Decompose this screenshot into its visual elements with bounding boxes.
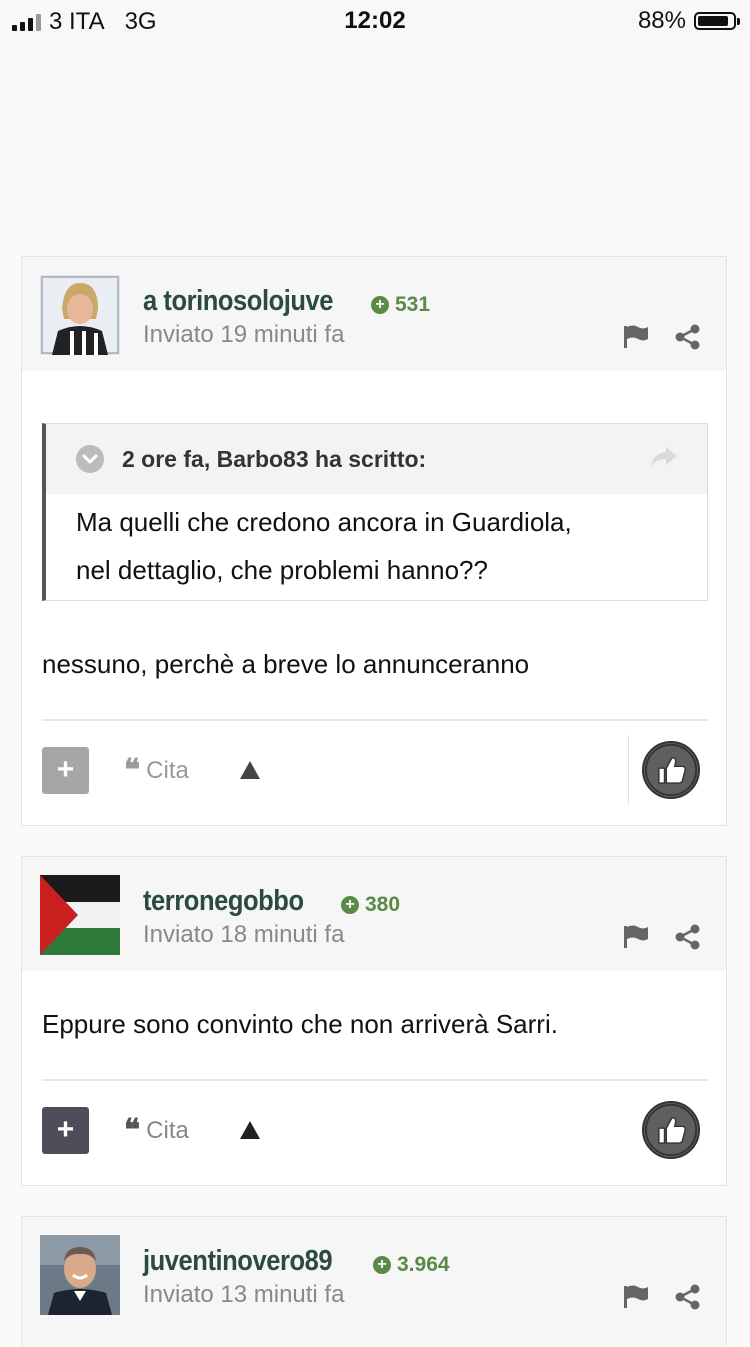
chevron-down-icon[interactable] — [76, 445, 104, 473]
quote-icon: ❝ — [124, 753, 141, 788]
post-card: terronegobbo + 380 Inviato 18 minuti fa … — [21, 856, 727, 1186]
reply-arrow-icon[interactable] — [649, 444, 679, 470]
username[interactable]: terronegobbo — [143, 885, 304, 918]
plus-circle-icon: + — [373, 1256, 391, 1274]
battery-percent: 88% — [637, 7, 686, 34]
divider — [42, 719, 708, 721]
post-text: Eppure sono convinto che non arriverà Sa… — [42, 1009, 558, 1039]
quote-button[interactable]: ❝ Cita — [124, 1113, 189, 1148]
upvote-button[interactable] — [240, 761, 260, 779]
flag-icon[interactable] — [622, 323, 650, 351]
plus-circle-icon: + — [371, 296, 389, 314]
share-icon[interactable] — [674, 1283, 702, 1311]
quote-button[interactable]: ❝ Cita — [124, 753, 189, 788]
quote-line: nel dettaglio, che problemi hanno?? — [76, 555, 488, 585]
quote-text: Ma quelli che credono ancora in Guardiol… — [76, 498, 696, 594]
share-icon[interactable] — [674, 923, 702, 951]
quote-block: 2 ore fa, Barbo83 ha scritto: Ma quelli … — [42, 423, 708, 601]
thumbs-up-button[interactable] — [642, 741, 700, 799]
reputation-badge: + 3.964 — [373, 1253, 450, 1277]
post-header: a torinosolojuve + 531 Inviato 19 minuti… — [22, 257, 726, 371]
divider — [42, 1079, 708, 1081]
plus-circle-icon: + — [341, 896, 359, 914]
quote-header: 2 ore fa, Barbo83 ha scritto: — [46, 424, 707, 494]
avatar[interactable] — [40, 1235, 120, 1315]
quote-icon: ❝ — [124, 1113, 141, 1148]
reputation-badge: + 531 — [371, 293, 430, 317]
battery-icon — [694, 12, 740, 30]
reputation-count: 531 — [395, 293, 431, 316]
divider — [628, 735, 629, 805]
post-card: a torinosolojuve + 531 Inviato 19 minuti… — [21, 256, 727, 826]
post-header: juventinovero89 + 3.964 Inviato 13 minut… — [22, 1217, 726, 1347]
reputation-count: 3.964 — [397, 1253, 450, 1276]
share-icon[interactable] — [674, 323, 702, 351]
post-time[interactable]: Inviato 18 minuti fa — [143, 921, 344, 949]
quote-button-label: Cita — [146, 1117, 189, 1144]
multiquote-button[interactable]: + — [42, 747, 89, 794]
reputation-badge: + 380 — [341, 893, 400, 917]
flag-icon[interactable] — [622, 923, 650, 951]
multiquote-button[interactable]: + — [42, 1107, 89, 1154]
post-time[interactable]: Inviato 19 minuti fa — [143, 321, 344, 349]
flag-icon[interactable] — [622, 1283, 650, 1311]
avatar[interactable] — [40, 875, 120, 955]
username[interactable]: a torinosolojuve — [143, 285, 334, 318]
reputation-count: 380 — [365, 893, 401, 916]
thumbs-up-button[interactable] — [642, 1101, 700, 1159]
post-card: juventinovero89 + 3.964 Inviato 13 minut… — [21, 1216, 727, 1347]
status-bar-right: 88% — [637, 7, 740, 35]
quote-button-label: Cita — [146, 757, 189, 784]
post-header: terronegobbo + 380 Inviato 18 minuti fa — [22, 857, 726, 971]
upvote-button[interactable] — [240, 1121, 260, 1139]
post-time[interactable]: Inviato 13 minuti fa — [143, 1281, 344, 1309]
username[interactable]: juventinovero89 — [143, 1245, 333, 1278]
status-bar: 3 ITA 3G 12:02 88% — [0, 0, 750, 40]
post-text: nessuno, perchè a breve lo annunceranno — [42, 649, 530, 679]
quote-line: Ma quelli che credono ancora in Guardiol… — [76, 507, 572, 537]
avatar[interactable] — [40, 275, 120, 355]
quote-author: 2 ore fa, Barbo83 ha scritto: — [122, 446, 427, 472]
